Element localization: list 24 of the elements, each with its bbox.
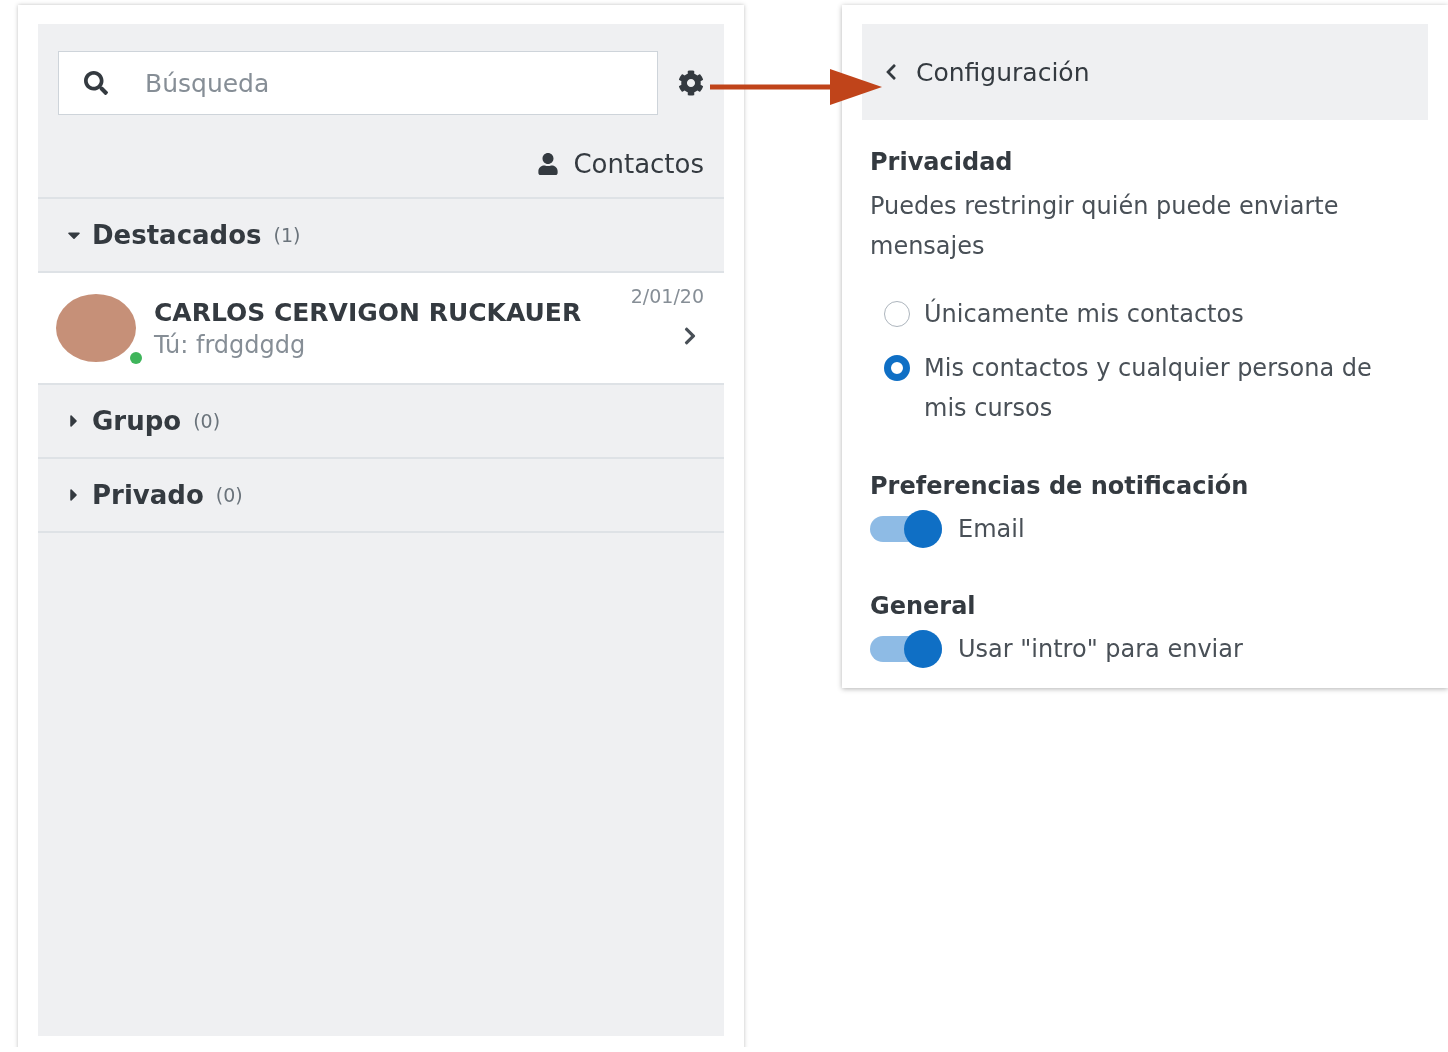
section-heading: General bbox=[870, 592, 977, 620]
toggle-label: Email bbox=[958, 515, 1025, 543]
radio-label: Mis contactos y cualquier persona de mis cursos bbox=[924, 353, 1373, 424]
section-header[interactable]: Destacados (1) bbox=[38, 199, 724, 271]
settings-icon[interactable] bbox=[678, 70, 704, 96]
search-field[interactable]: Búsqueda bbox=[58, 51, 658, 115]
toggle-switch[interactable] bbox=[870, 510, 942, 548]
toggle-switch[interactable] bbox=[870, 630, 942, 668]
settings-title: Configuración bbox=[916, 57, 1090, 87]
radio-button[interactable] bbox=[884, 301, 910, 327]
person-icon bbox=[537, 153, 560, 175]
toggle-label: Usar "intro" para enviar bbox=[958, 635, 1243, 663]
conversation-item[interactable]: CARLOS CERVIGON RUCKAUER Tú: frdgdgdg 2/01/20 bbox=[38, 271, 724, 383]
section-description: Puedes restringir quién puede enviarte mensajes bbox=[870, 191, 1340, 262]
section-header[interactable]: Grupo (0) bbox=[38, 385, 724, 457]
section-heading: Privacidad bbox=[870, 148, 1014, 176]
section-heading: Preferencias de notificación bbox=[870, 472, 1250, 500]
section-header[interactable]: Privado (0) bbox=[38, 459, 724, 531]
message-date: 2/01/20 bbox=[630, 285, 704, 307]
radio-button[interactable] bbox=[884, 355, 910, 381]
radio-label: Únicamente mis contactos bbox=[924, 297, 1244, 330]
search-icon bbox=[84, 71, 108, 95]
last-message: Tú: frdgdgdg bbox=[154, 330, 307, 359]
contacts-link[interactable]: Contactos bbox=[537, 115, 724, 197]
